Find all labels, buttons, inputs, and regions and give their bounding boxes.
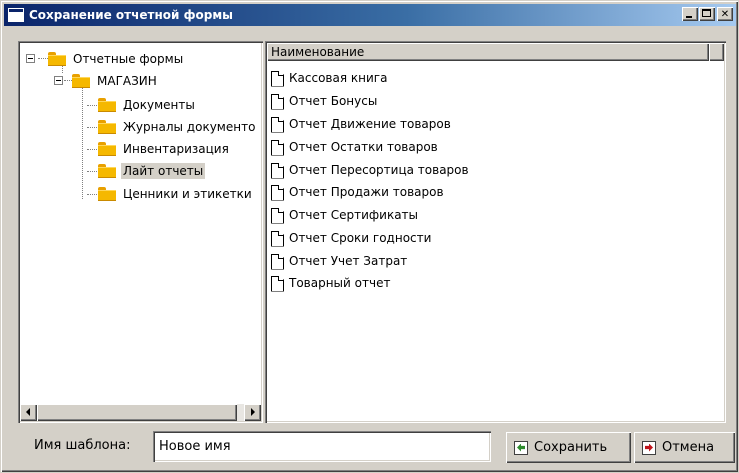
document-icon — [271, 184, 283, 200]
tree-node-price-tags[interactable]: Ценники и этикетки — [98, 184, 254, 204]
document-icon — [271, 230, 283, 246]
list-item[interactable]: Отчет Продажи товаров — [271, 181, 444, 203]
list-item-label: Отчет Остатки товаров — [289, 140, 438, 154]
close-button[interactable]: ✕ — [717, 7, 733, 21]
list-item-label: Отчет Движение товаров — [289, 117, 451, 131]
tree-node-label: Журналы документо — [123, 120, 256, 134]
save-arrow-icon — [514, 440, 528, 455]
cancel-arrow-icon — [642, 440, 656, 455]
report-list-panel[interactable]: Наименование Кассовая книга Отчет Бонусы… — [265, 41, 726, 423]
window-controls: ✕ — [681, 7, 733, 21]
save-button-label: Сохранить — [534, 440, 608, 455]
collapse-store-toggle[interactable] — [54, 76, 63, 85]
window-icon — [8, 8, 24, 22]
minimize-button[interactable] — [682, 7, 698, 21]
cancel-button[interactable]: Отмена — [634, 432, 735, 463]
document-icon — [271, 70, 283, 86]
scroll-thumb[interactable] — [37, 404, 237, 421]
folder-icon — [98, 164, 116, 178]
collapse-root-toggle[interactable] — [26, 54, 35, 63]
list-item-label: Кассовая книга — [289, 71, 388, 85]
tree-node-label: Инвентаризация — [123, 142, 229, 156]
tree-node-documents[interactable]: Документы — [98, 95, 197, 115]
list-item-label: Отчет Сертификаты — [289, 208, 419, 222]
tree-node-lite-reports[interactable]: Лайт отчеты — [98, 161, 206, 181]
list-item[interactable]: Товарный отчет — [271, 272, 390, 294]
save-report-form-dialog: Сохранение отчетной формы ✕ Отчетные фор… — [0, 0, 739, 473]
list-item[interactable]: Кассовая книга — [271, 67, 387, 89]
cancel-button-label: Отмена — [662, 440, 715, 455]
list-item-label: Отчет Сроки годности — [289, 231, 432, 245]
list-item[interactable]: Отчет Остатки товаров — [271, 136, 438, 158]
list-item-label: Отчет Учет Затрат — [289, 254, 408, 268]
tree-node-label: Отчетные формы — [73, 52, 184, 66]
window-title: Сохранение отчетной формы — [29, 8, 233, 22]
document-icon — [271, 93, 283, 109]
tree-node-journals[interactable]: Журналы документо — [98, 117, 257, 137]
list-item[interactable]: Отчет Учет Затрат — [271, 250, 407, 272]
folder-icon — [98, 98, 116, 112]
column-header-name[interactable]: Наименование — [267, 43, 709, 61]
maximize-icon — [702, 9, 711, 17]
folder-icon — [72, 74, 90, 88]
list-item-label: Отчет Пересортица товаров — [289, 163, 469, 177]
template-name-input[interactable]: Новое имя — [153, 431, 491, 462]
tree-connector — [38, 58, 48, 59]
list-item[interactable]: Отчет Движение товаров — [271, 113, 451, 135]
tree-node-root[interactable]: Отчетные формы — [48, 49, 185, 69]
document-icon — [271, 253, 283, 269]
maximize-button[interactable] — [699, 7, 715, 21]
list-item[interactable]: Отчет Сроки годности — [271, 227, 431, 249]
folder-icon — [48, 52, 66, 66]
list-item[interactable]: Отчет Сертификаты — [271, 204, 418, 226]
scroll-left-button[interactable] — [20, 404, 37, 421]
column-header-empty — [709, 43, 724, 61]
document-icon — [271, 139, 283, 155]
title-bar[interactable]: Сохранение отчетной формы ✕ — [4, 4, 736, 26]
tree-node-label: Документы — [123, 98, 195, 112]
tree-node-inventory[interactable]: Инвентаризация — [98, 139, 231, 159]
template-name-label: Имя шаблона: — [34, 438, 131, 453]
tree-node-label: МАГАЗИН — [97, 74, 157, 88]
scroll-right-button[interactable] — [244, 404, 261, 421]
folder-icon — [98, 142, 116, 156]
document-icon — [271, 116, 283, 132]
folder-icon — [98, 187, 116, 201]
document-icon — [271, 162, 283, 178]
document-icon — [271, 275, 283, 291]
tree-node-label-selected: Лайт отчеты — [121, 163, 206, 179]
tree-connector — [82, 87, 83, 199]
folder-tree-panel[interactable]: Отчетные формы МАГАЗИН Документы Журналы… — [18, 41, 263, 423]
list-item[interactable]: Отчет Пересортица товаров — [271, 159, 469, 181]
save-button[interactable]: Сохранить — [506, 432, 631, 463]
list-item-label: Товарный отчет — [289, 276, 391, 290]
tree-horizontal-scrollbar[interactable] — [20, 404, 261, 421]
folder-icon — [98, 120, 116, 134]
folder-tree: Отчетные формы МАГАЗИН Документы Журналы… — [20, 43, 261, 404]
tree-node-store[interactable]: МАГАЗИН — [72, 71, 159, 91]
list-item-label: Отчет Продажи товаров — [289, 185, 444, 199]
list-item[interactable]: Отчет Бонусы — [271, 90, 377, 112]
minimize-icon — [686, 16, 692, 18]
tree-node-label: Ценники и этикетки — [123, 187, 252, 201]
arrow-right-icon — [251, 408, 255, 416]
close-icon: ✕ — [720, 8, 730, 20]
document-icon — [271, 207, 283, 223]
arrow-left-icon — [26, 408, 30, 416]
list-item-label: Отчет Бонусы — [289, 94, 378, 108]
